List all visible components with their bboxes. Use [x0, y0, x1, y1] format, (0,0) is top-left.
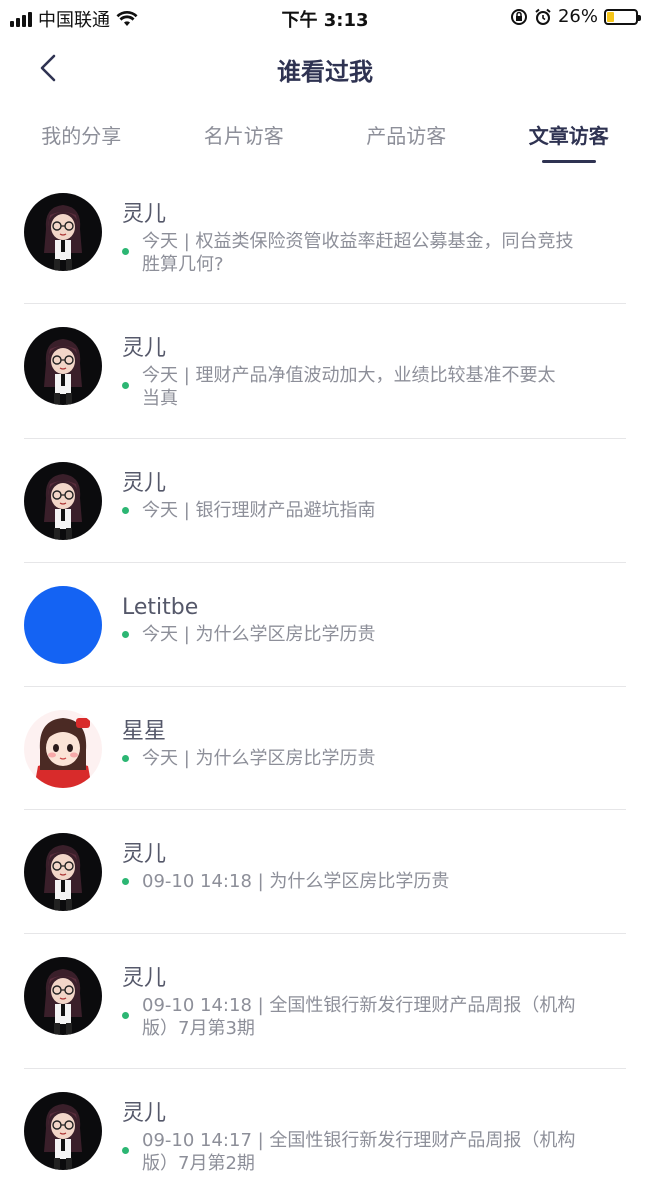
visit-detail: 今天 | 权益类保险资管收益率赶超公募基金，同台竞技胜算几何? [122, 230, 598, 276]
online-dot [122, 248, 129, 255]
visit-detail: 09-10 14:17 | 全国性银行新发行理财产品周报（机构版）7月第2期 [122, 1129, 598, 1175]
visit-detail-line: 版）7月第3期 [142, 1017, 598, 1040]
visit-detail: 今天 | 为什么学区房比学历贵 [122, 747, 598, 770]
alarm-icon [534, 8, 552, 26]
visit-detail-line: 09-10 14:17 | 全国性银行新发行理财产品周报（机构 [142, 1129, 598, 1152]
avatar [24, 1092, 102, 1170]
status-right: 26% [510, 6, 638, 27]
visit-detail-line: 09-10 14:18 | 为什么学区房比学历贵 [142, 870, 598, 893]
visit-detail-line: 今天 | 银行理财产品避坑指南 [142, 499, 598, 522]
online-dot [122, 755, 129, 762]
tab-bar: 我的分享 名片访客 产品访客 文章访客 [0, 110, 650, 166]
rotation-lock-icon [510, 8, 528, 26]
online-dot [122, 1147, 129, 1154]
visitor-name: Letitbe [122, 593, 598, 623]
online-dot [122, 507, 129, 514]
page-title: 谁看过我 [0, 52, 650, 87]
avatar [24, 586, 102, 664]
visitor-name: 灵儿 [122, 964, 598, 994]
visit-detail-line: 今天 | 理财产品净值波动加大，业绩比较基准不要太 [142, 364, 598, 387]
online-dot [122, 1012, 129, 1019]
visitor-row[interactable]: 灵儿 今天 | 权益类保险资管收益率赶超公募基金，同台竞技胜算几何? [24, 170, 626, 304]
visit-detail-line: 当真 [142, 387, 598, 410]
tab-my-shares[interactable]: 我的分享 [0, 110, 163, 166]
tab-card-visitors[interactable]: 名片访客 [163, 110, 326, 166]
visit-detail-line: 今天 | 权益类保险资管收益率赶超公募基金，同台竞技 [142, 230, 598, 253]
avatar [24, 327, 102, 405]
avatar [24, 462, 102, 540]
visit-detail-line: 版）7月第2期 [142, 1152, 598, 1175]
visit-detail-line: 胜算几何? [142, 253, 598, 276]
visitor-name: 灵儿 [122, 840, 598, 870]
tab-product-visitors[interactable]: 产品访客 [325, 110, 488, 166]
online-dot [122, 631, 129, 638]
visit-detail-line: 今天 | 为什么学区房比学历贵 [142, 623, 598, 646]
visitor-name: 灵儿 [122, 334, 598, 364]
visit-detail: 09-10 14:18 | 为什么学区房比学历贵 [122, 870, 598, 893]
visitor-name: 星星 [122, 717, 598, 747]
visitor-name: 灵儿 [122, 1099, 598, 1129]
visit-detail: 今天 | 银行理财产品避坑指南 [122, 499, 598, 522]
battery-icon [604, 9, 638, 25]
visit-detail-line: 09-10 14:18 | 全国性银行新发行理财产品周报（机构 [142, 994, 598, 1017]
visitor-row[interactable]: 星星 今天 | 为什么学区房比学历贵 [24, 687, 626, 810]
visit-detail: 今天 | 理财产品净值波动加大，业绩比较基准不要太当真 [122, 364, 598, 410]
visitor-row[interactable]: 灵儿 09-10 14:18 | 全国性银行新发行理财产品周报（机构版）7月第3… [24, 934, 626, 1069]
visitor-row[interactable]: Letitbe 今天 | 为什么学区房比学历贵 [24, 563, 626, 687]
avatar [24, 833, 102, 911]
online-dot [122, 382, 129, 389]
visit-detail-line: 今天 | 为什么学区房比学历贵 [142, 747, 598, 770]
nav-bar: 谁看过我 [0, 40, 650, 94]
visitor-row[interactable]: 灵儿 09-10 14:18 | 为什么学区房比学历贵 [24, 810, 626, 934]
visit-detail: 09-10 14:18 | 全国性银行新发行理财产品周报（机构版）7月第3期 [122, 994, 598, 1040]
status-bar: 中国联通 下午 3:13 26% [0, 0, 650, 34]
tab-article-visitors[interactable]: 文章访客 [488, 110, 650, 166]
visitor-list: 灵儿 今天 | 权益类保险资管收益率赶超公募基金，同台竞技胜算几何? 灵儿 今天… [0, 170, 650, 1204]
visitor-row[interactable]: 灵儿 今天 | 银行理财产品避坑指南 [24, 439, 626, 563]
visitor-name: 灵儿 [122, 469, 598, 499]
visit-detail: 今天 | 为什么学区房比学历贵 [122, 623, 598, 646]
avatar [24, 710, 102, 788]
avatar [24, 193, 102, 271]
visitor-row[interactable]: 灵儿 09-10 14:17 | 全国性银行新发行理财产品周报（机构版）7月第2… [24, 1069, 626, 1204]
avatar [24, 957, 102, 1035]
battery-percent: 26% [558, 6, 598, 27]
online-dot [122, 878, 129, 885]
visitor-row[interactable]: 灵儿 今天 | 理财产品净值波动加大，业绩比较基准不要太当真 [24, 304, 626, 439]
visitor-name: 灵儿 [122, 200, 598, 230]
